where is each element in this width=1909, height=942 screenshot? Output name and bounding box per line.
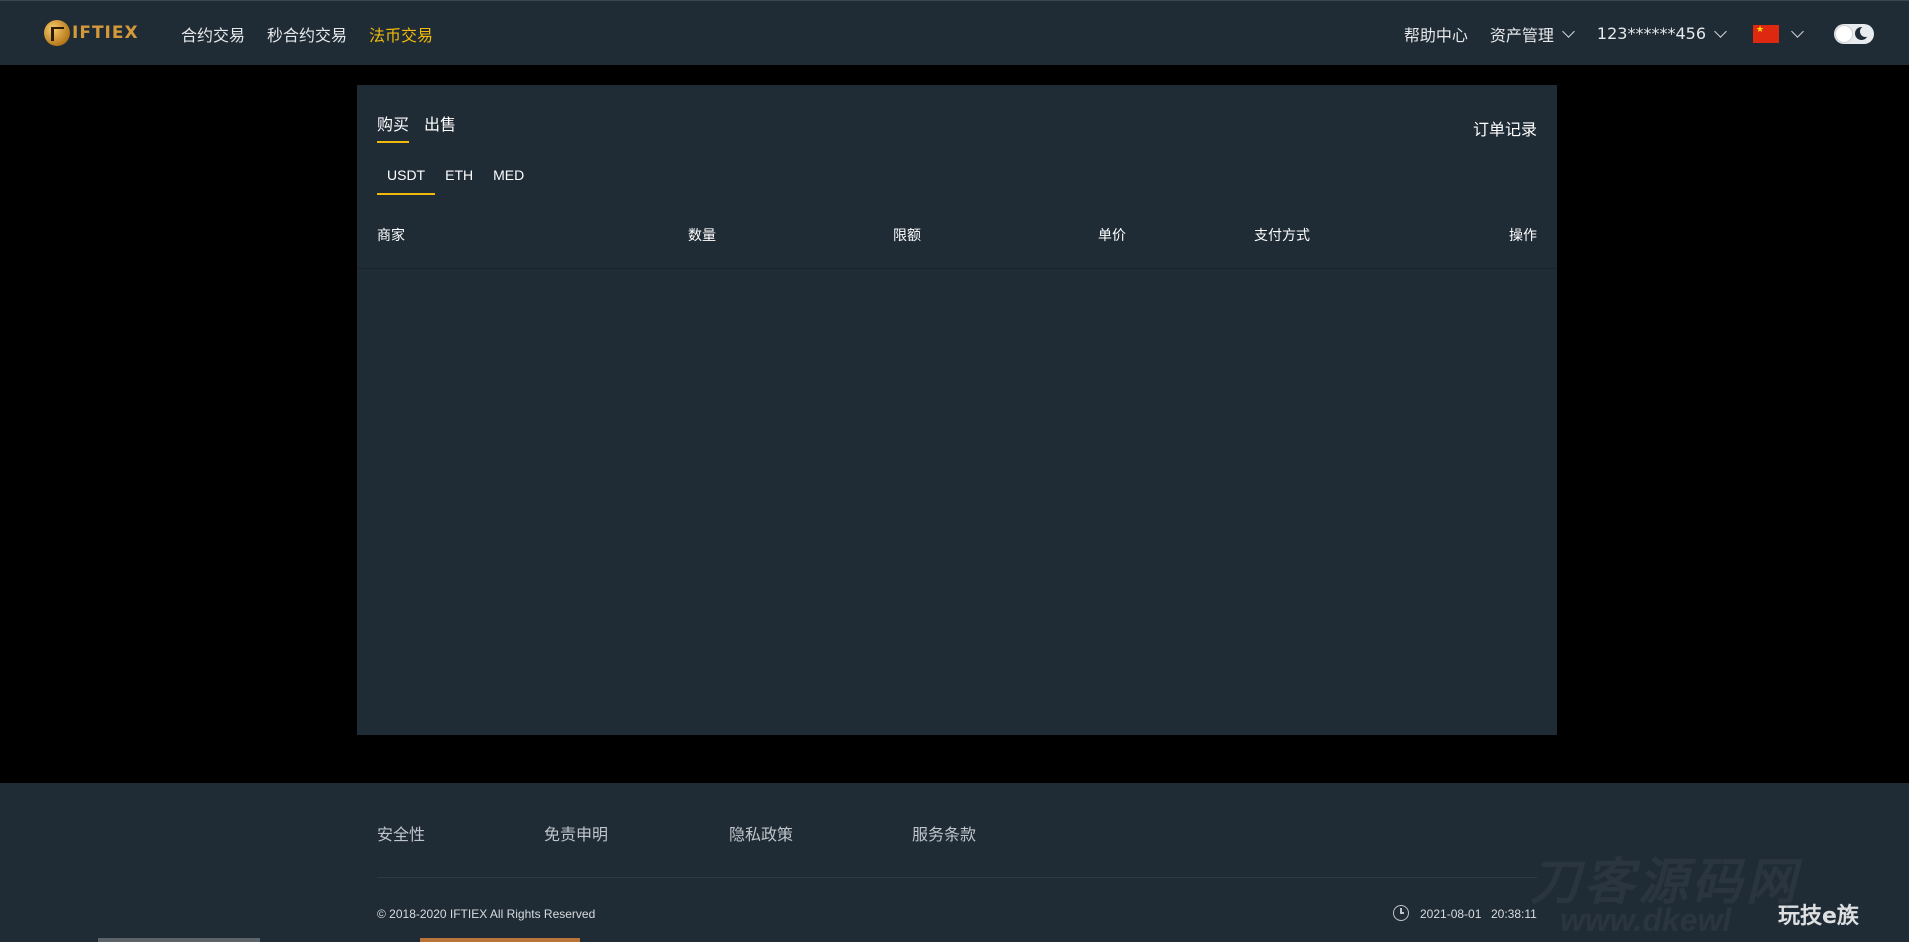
copyright-text: © 2018-2020 IFTIEX All Rights Reserved bbox=[377, 907, 596, 921]
bottom-accent-bar bbox=[420, 938, 580, 942]
fiat-trade-panel: 购买 出售 订单记录 USDT ETH MED 商家 数量 限额 单价 支付方式… bbox=[357, 85, 1557, 735]
logo-text: IFTIEX bbox=[72, 23, 139, 43]
footer-link-privacy[interactable]: 隐私政策 bbox=[729, 821, 793, 845]
header-right: 帮助中心 资产管理 123******456 bbox=[1404, 1, 1909, 66]
nav-item-contract[interactable]: 合约交易 bbox=[181, 22, 245, 46]
trade-type-tabs: 购买 出售 bbox=[377, 111, 471, 143]
clock-icon bbox=[1393, 905, 1409, 921]
assets-menu-label: 资产管理 bbox=[1489, 25, 1554, 45]
main-nav: 合约交易 秒合约交易 法币交易 bbox=[181, 1, 455, 66]
table-header: 商家 数量 限额 单价 支付方式 操作 bbox=[357, 225, 1557, 269]
chevron-down-icon bbox=[1714, 24, 1727, 38]
footer-link-security[interactable]: 安全性 bbox=[377, 821, 425, 845]
column-merchant: 商家 bbox=[377, 228, 405, 244]
china-flag-icon bbox=[1753, 24, 1779, 43]
coin-tab-eth[interactable]: ETH bbox=[435, 167, 483, 195]
language-menu[interactable] bbox=[1753, 24, 1804, 43]
theme-toggle[interactable] bbox=[1834, 23, 1874, 44]
account-menu[interactable]: 123******456 bbox=[1596, 24, 1727, 43]
account-name: 123******456 bbox=[1596, 24, 1706, 43]
footer-divider bbox=[377, 877, 1537, 878]
watermark-url: www.dkewl bbox=[1560, 902, 1732, 938]
watermark-small: 玩技e族 bbox=[1778, 904, 1859, 929]
coin-tab-med[interactable]: MED bbox=[483, 167, 534, 195]
footer-link-terms[interactable]: 服务条款 bbox=[912, 821, 976, 845]
help-center-link[interactable]: 帮助中心 bbox=[1404, 22, 1468, 46]
tab-buy[interactable]: 购买 bbox=[377, 111, 410, 143]
chevron-down-icon bbox=[1791, 24, 1804, 38]
coin-tab-usdt[interactable]: USDT bbox=[377, 167, 436, 195]
chevron-down-icon bbox=[1562, 24, 1575, 38]
column-limit: 限额 bbox=[893, 228, 921, 244]
order-record-link[interactable]: 订单记录 bbox=[1473, 116, 1537, 140]
footer-date: 2021-08-01 bbox=[1420, 907, 1482, 921]
moon-icon bbox=[1855, 25, 1871, 40]
footer-link-disclaimer[interactable]: 免责申明 bbox=[544, 821, 608, 845]
tab-sell[interactable]: 出售 bbox=[424, 111, 456, 143]
logo[interactable]: IFTIEX bbox=[44, 19, 139, 47]
column-unit-price: 单价 bbox=[1098, 228, 1126, 244]
top-header: IFTIEX 合约交易 秒合约交易 法币交易 帮助中心 资产管理 123****… bbox=[0, 0, 1909, 65]
column-payment-method: 支付方式 bbox=[1254, 228, 1310, 244]
nav-item-second-contract[interactable]: 秒合约交易 bbox=[267, 22, 347, 46]
logo-icon bbox=[44, 20, 70, 46]
assets-menu[interactable]: 资产管理 bbox=[1489, 22, 1575, 46]
nav-item-fiat[interactable]: 法币交易 bbox=[369, 22, 433, 46]
coin-tabs: USDT ETH MED bbox=[377, 167, 534, 195]
column-quantity: 数量 bbox=[688, 228, 716, 244]
column-action: 操作 bbox=[1509, 228, 1537, 244]
bottom-scroll-indicator bbox=[98, 938, 260, 942]
